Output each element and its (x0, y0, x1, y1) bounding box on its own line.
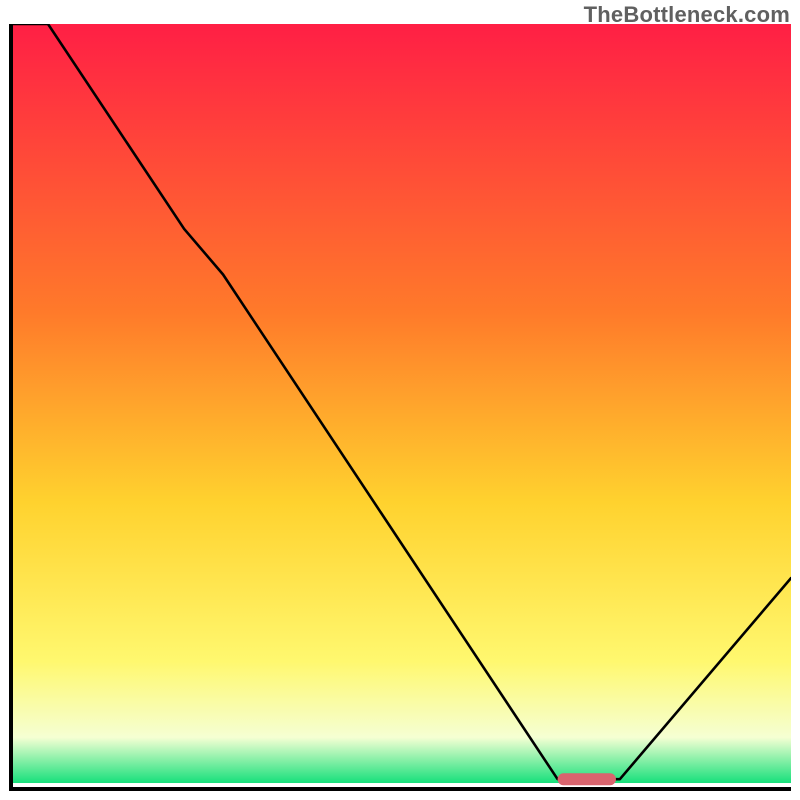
optimal-marker (558, 773, 616, 785)
gradient-background (13, 24, 791, 783)
chart-svg (13, 24, 791, 787)
plot-area (9, 24, 791, 791)
chart-root: TheBottleneck.com (0, 0, 800, 800)
